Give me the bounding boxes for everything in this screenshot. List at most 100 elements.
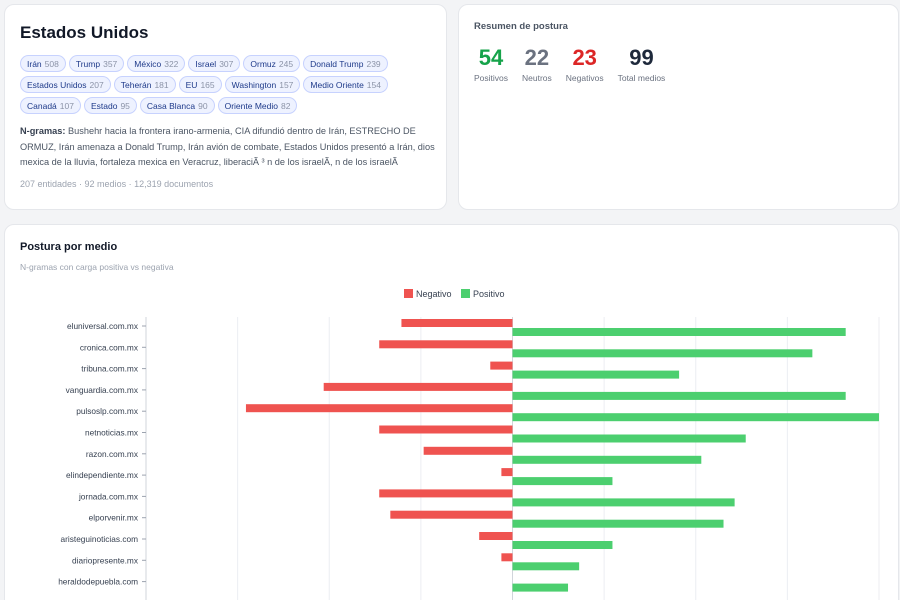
y-tick-label: eluniversal.com.mx	[67, 321, 139, 331]
bar-negative	[390, 510, 513, 519]
y-tick-label: elindependiente.mx	[66, 470, 139, 480]
entity-tag[interactable]: Irán 508	[20, 55, 66, 72]
ngrams-value: Bushehr hacia la frontera irano-armenia,…	[20, 126, 435, 167]
y-tick-label: netnoticias.mx	[85, 428, 139, 438]
chart-subtitle: N-gramas con carga positiva vs negativa	[20, 262, 174, 272]
summary-title: Resumen de postura	[474, 21, 568, 32]
entity-tag[interactable]: EU 165	[178, 76, 222, 93]
bar-positive	[512, 583, 569, 592]
y-tick-label: jornada.com.mx	[78, 491, 139, 501]
y-tick-label: aristeguinoticias.com	[61, 534, 139, 544]
y-tick-label: heraldodepuebla.com	[58, 577, 138, 587]
bar-positive	[512, 477, 613, 486]
summary-stat-value: 22	[524, 45, 550, 70]
summary-stat-label: Total medios	[617, 73, 666, 83]
entity-tag-count: 357	[103, 58, 118, 69]
entity-tag-count: 82	[280, 100, 291, 111]
summary-stat-label: Neutros	[522, 73, 552, 83]
entity-tag-name: Estados Unidos	[27, 79, 87, 90]
entity-tag-count: 322	[164, 58, 179, 69]
entity-tag[interactable]: Israel 307	[188, 55, 241, 72]
y-tick-label: tribuna.com.mx	[81, 364, 139, 374]
y-tick-label: diariopresente.mx	[72, 555, 139, 565]
summary-stat: 22 Neutros	[522, 45, 552, 84]
legend-label-negative: Negativo	[416, 289, 452, 299]
entity-tag[interactable]: Ormuz 245	[243, 55, 301, 72]
entity-tag[interactable]: Washington 157	[224, 76, 301, 93]
entity-tag-name: Medio Oriente	[310, 79, 364, 90]
summary-stat: 23 Negativos	[565, 45, 604, 84]
entity-tag[interactable]: Trump 357	[68, 55, 125, 72]
chart-title: Postura por medio	[20, 241, 118, 253]
bar-negative	[423, 446, 513, 455]
bar-negative	[379, 340, 513, 349]
summary-stats: 54 Positivos 22 Neutros 23 Negativos 99 Total m…	[474, 45, 883, 84]
entity-tag[interactable]: Estados Unidos 207	[20, 76, 111, 93]
entity-tag-name: Canadá	[27, 100, 57, 111]
entity-tag[interactable]: Teherán 181	[113, 76, 176, 93]
entity-tag-name: Estado	[90, 100, 118, 111]
entity-tag-name: Washington	[231, 79, 277, 90]
bar-positive	[512, 541, 613, 549]
summary-stat: 54 Positivos	[474, 45, 509, 84]
bar-negative	[501, 468, 513, 477]
y-tick-label: cronica.com.mx	[80, 342, 139, 352]
entity-tag[interactable]: Canadá 107	[20, 97, 81, 114]
entity-tag-name: Ormuz	[250, 58, 276, 69]
entity-tag-count: 239	[366, 58, 381, 69]
entity-tag-count: 207	[89, 79, 104, 90]
entity-tag-count: 107	[59, 100, 74, 111]
entity-card: Estados Unidos Irán 508 Trump 357 México 322 I…	[4, 4, 447, 210]
bar-positive	[512, 434, 746, 443]
entity-tag-count: 157	[279, 79, 294, 90]
entity-tag[interactable]: Oriente Medio 82	[217, 97, 298, 114]
bar-negative	[490, 361, 513, 370]
summary-stat-value: 23	[572, 45, 597, 70]
summary-stat-label: Positivos	[474, 73, 509, 83]
bar-positive	[512, 370, 680, 379]
bar-negative	[401, 319, 513, 327]
entity-tag[interactable]: Casa Blanca 90	[139, 97, 215, 114]
summary-stat-value: 99	[629, 45, 654, 70]
entity-tag[interactable]: Estado 95	[83, 97, 137, 114]
y-tick-label: pulsoslp.com.mx	[76, 406, 139, 416]
bar-positive	[512, 328, 846, 336]
bar-positive	[512, 455, 702, 464]
entity-tag[interactable]: Donald Trump 239	[303, 55, 388, 72]
legend-swatch-negative	[404, 289, 413, 298]
entity-tag-name: Irán	[27, 58, 42, 69]
entity-tag-count: 245	[278, 58, 294, 69]
bar-negative	[379, 489, 513, 498]
entity-tag-count: 181	[154, 79, 169, 90]
entity-tag-count: 90	[198, 100, 208, 111]
entity-tag-count: 508	[44, 58, 59, 69]
ngrams-label: N-gramas:	[20, 126, 66, 136]
summary-stat-value: 54	[478, 45, 504, 70]
entity-tag[interactable]: Medio Oriente 154	[303, 76, 388, 93]
entity-tag-name: Israel	[195, 58, 217, 69]
bar-negative	[479, 532, 513, 540]
posture-summary-card: Resumen de postura 54 Positivos 22 Neutros 2…	[458, 4, 899, 210]
entity-title: Estados Unidos	[20, 23, 149, 42]
bar-negative	[323, 382, 513, 391]
entity-tag[interactable]: México 322	[127, 55, 186, 72]
bar-positive	[512, 413, 879, 422]
entity-tag-list: Irán 508 Trump 357 México 322 Israel 307 Ormuz 24…	[20, 55, 435, 114]
bar-positive	[512, 498, 735, 507]
entity-tag-name: Casa Blanca	[146, 100, 196, 111]
legend-label-positive: Positivo	[473, 289, 505, 299]
bar-positive	[512, 562, 580, 571]
entity-tag-name: Oriente Medio	[224, 100, 278, 111]
bar-negative	[245, 404, 513, 413]
y-tick-label: razon.com.mx	[86, 449, 139, 459]
summary-stat-label: Negativos	[565, 73, 604, 83]
entity-tag-count: 154	[366, 79, 381, 90]
entity-tag-name: Teherán	[120, 79, 152, 90]
bar-negative	[501, 553, 513, 562]
entity-tag-count: 95	[120, 100, 130, 111]
posture-chart-card: Postura por medio N-gramas con carga pos…	[4, 224, 899, 600]
y-tick-label: elporvenir.mx	[89, 513, 139, 523]
entity-tag-name: Trump	[75, 58, 101, 69]
entity-tag-count: 165	[200, 79, 215, 90]
bar-positive	[512, 391, 846, 400]
